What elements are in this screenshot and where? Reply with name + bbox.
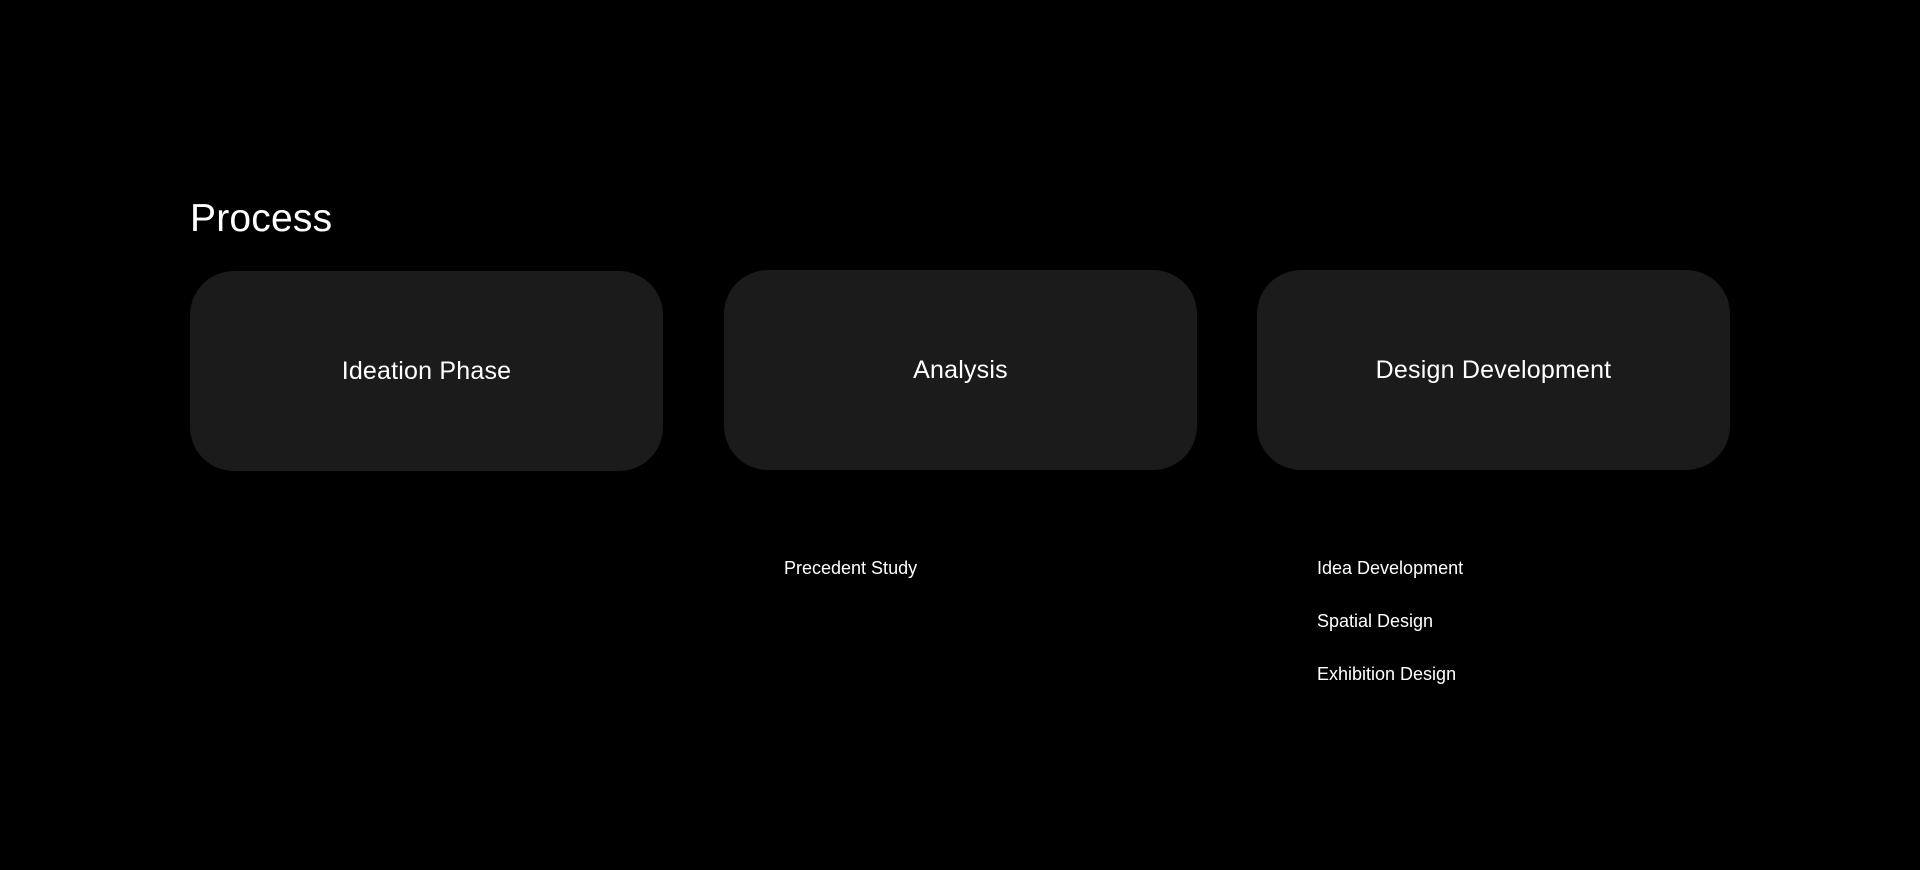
card-label: Design Development <box>1375 356 1612 384</box>
card-ideation-phase[interactable]: Ideation Phase <box>190 271 663 471</box>
card-label: Analysis <box>913 356 1008 384</box>
sub-item-spatial-design[interactable]: Spatial Design <box>1317 609 1463 633</box>
design-development-sub-list: Idea Development Spatial Design Exhibiti… <box>1317 556 1463 715</box>
sub-item-exhibition-design[interactable]: Exhibition Design <box>1317 662 1463 686</box>
card-label: Ideation Phase <box>341 357 512 385</box>
section-title: Process <box>190 197 333 240</box>
analysis-sub-list: Precedent Study <box>784 556 917 609</box>
card-analysis[interactable]: Analysis <box>724 270 1197 470</box>
card-design-development[interactable]: Design Development <box>1257 270 1730 470</box>
sub-item-precedent-study[interactable]: Precedent Study <box>784 556 917 580</box>
sub-item-idea-development[interactable]: Idea Development <box>1317 556 1463 580</box>
